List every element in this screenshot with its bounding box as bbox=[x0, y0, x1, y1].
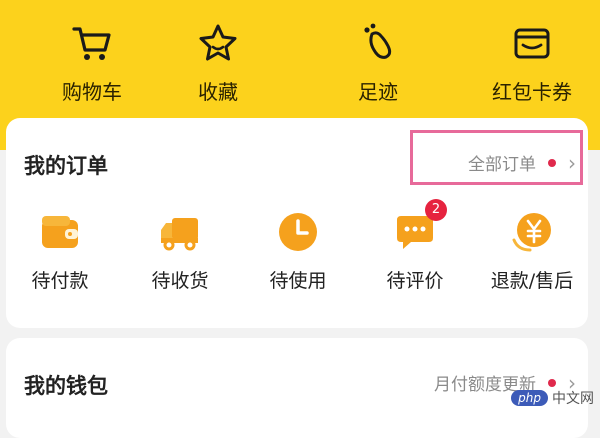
shortcut-label: 收藏 bbox=[198, 80, 238, 104]
shopping-cart-icon bbox=[72, 27, 111, 60]
unread-badge-wrap: 2 bbox=[425, 198, 447, 221]
order-to-use[interactable]: 待使用 bbox=[243, 210, 353, 293]
wallet-title: 我的钱包 bbox=[24, 374, 108, 398]
order-label: 待付款 bbox=[31, 270, 89, 292]
orders-title: 我的订单 bbox=[24, 154, 108, 178]
notification-dot bbox=[548, 378, 556, 387]
order-label: 待使用 bbox=[269, 270, 327, 292]
order-pending-receipt[interactable]: 待收货 bbox=[125, 210, 235, 293]
shortcut-label: 购物车 bbox=[62, 80, 122, 104]
order-pending-payment[interactable]: 待付款 bbox=[5, 210, 115, 293]
order-label: 待收货 bbox=[151, 270, 209, 292]
watermark: php 中文网 bbox=[511, 388, 594, 408]
shortcut-label: 红包卡券 bbox=[492, 80, 572, 104]
watermark-logo: php bbox=[511, 390, 548, 406]
watermark-text: 中文网 bbox=[552, 391, 594, 407]
order-label: 待评价 bbox=[386, 270, 444, 292]
order-to-review[interactable]: 待评价 bbox=[360, 210, 470, 293]
order-label: 退款/售后 bbox=[490, 270, 574, 292]
wallet-icon bbox=[42, 216, 78, 248]
clock-icon bbox=[279, 213, 317, 251]
footprint-icon bbox=[364, 23, 392, 59]
wallet-card: 我的钱包 月付额度更新 › bbox=[6, 338, 588, 438]
shortcut-favorites[interactable]: 收藏 bbox=[148, 20, 288, 105]
unread-badge: 2 bbox=[425, 199, 447, 221]
shortcut-label: 足迹 bbox=[358, 80, 398, 104]
star-icon bbox=[199, 24, 237, 61]
refund-icon bbox=[512, 213, 551, 252]
shortcut-coupons[interactable]: 红包卡券 bbox=[462, 20, 600, 105]
truck-icon bbox=[161, 218, 198, 251]
shortcut-footprints[interactable]: 足迹 bbox=[308, 20, 448, 105]
shortcut-cart[interactable]: 购物车 bbox=[22, 20, 162, 105]
wallet-icon bbox=[514, 28, 550, 59]
highlight-box bbox=[410, 130, 583, 185]
order-refund-aftersale[interactable]: 退款/售后 bbox=[477, 210, 587, 293]
